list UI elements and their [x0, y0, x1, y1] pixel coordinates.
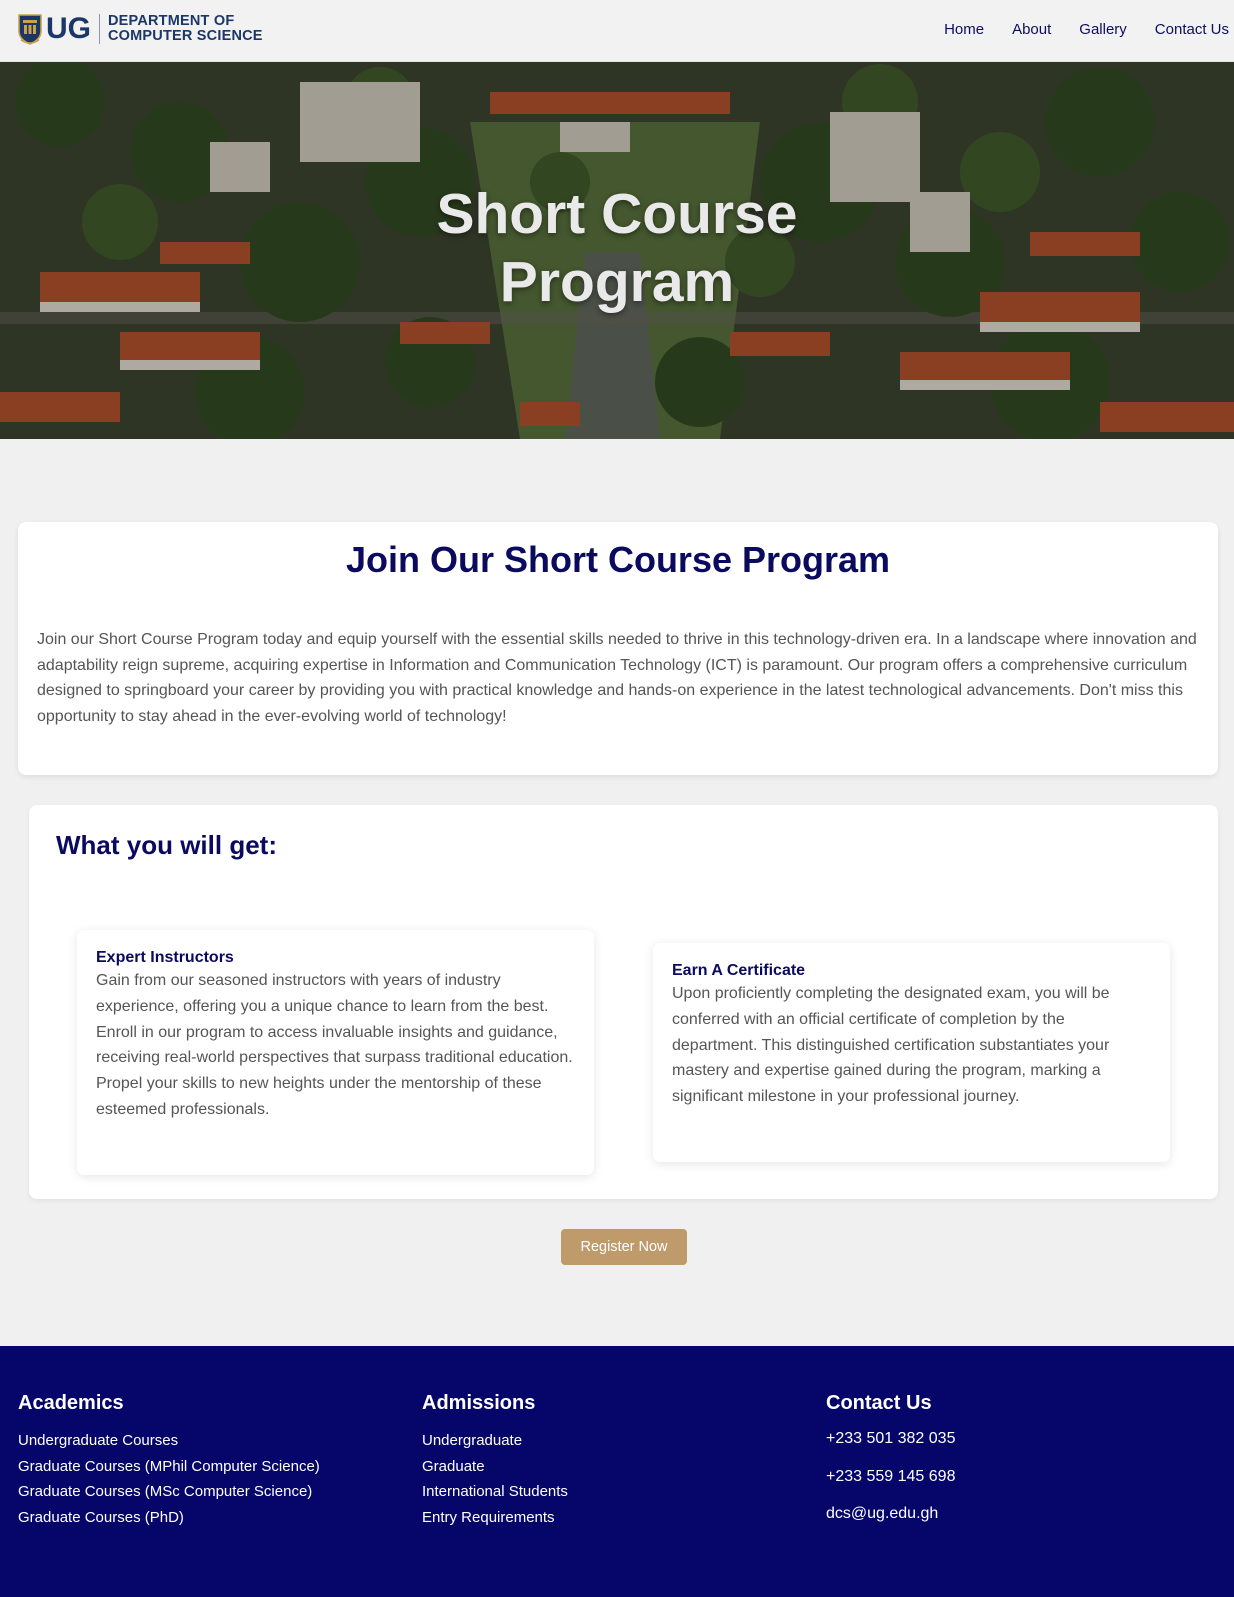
- footer-link-graduate[interactable]: Graduate: [422, 1454, 568, 1480]
- contact-phone-1: +233 501 382 035: [826, 1430, 956, 1447]
- intro-card: Join Our Short Course Program Join our S…: [18, 522, 1218, 775]
- logo-line-2: COMPUTER SCIENCE: [108, 28, 263, 44]
- site-footer: Academics Undergraduate Courses Graduate…: [0, 1346, 1234, 1597]
- footer-link-phd-courses[interactable]: Graduate Courses (PhD): [18, 1505, 320, 1531]
- nav-gallery[interactable]: Gallery: [1079, 21, 1127, 38]
- footer-link-mphil-courses[interactable]: Graduate Courses (MPhil Computer Science…: [18, 1454, 320, 1480]
- intro-title: Join Our Short Course Program: [345, 539, 891, 580]
- feature-title: Earn A Certificate: [672, 962, 806, 979]
- nav-about[interactable]: About: [1012, 21, 1051, 38]
- university-crest-icon: [18, 14, 42, 45]
- site-header: UG DEPARTMENT OF COMPUTER SCIENCE Home A…: [0, 0, 1234, 62]
- main-nav: Home About Gallery Contact Us: [944, 21, 1234, 38]
- logo-divider: [99, 14, 100, 44]
- logo-line-1: DEPARTMENT OF: [108, 13, 235, 29]
- footer-link-entry-requirements[interactable]: Entry Requirements: [422, 1505, 568, 1531]
- footer-link-international-students[interactable]: International Students: [422, 1479, 568, 1505]
- footer-academics-title: Academics: [18, 1392, 124, 1414]
- feature-text: Upon proficiently completing the designa…: [672, 985, 1110, 1106]
- intro-text: Join our Short Course Program today and …: [37, 631, 1197, 726]
- footer-link-undergraduate-courses[interactable]: Undergraduate Courses: [18, 1428, 320, 1454]
- register-now-button[interactable]: Register Now: [561, 1229, 687, 1265]
- feature-title: Expert Instructors: [96, 949, 234, 966]
- footer-contact-title: Contact Us: [826, 1392, 932, 1414]
- hero-title-line-2: Program: [499, 250, 735, 314]
- footer-academics: Academics Undergraduate Courses Graduate…: [18, 1392, 320, 1531]
- footer-link-msc-courses[interactable]: Graduate Courses (MSc Computer Science): [18, 1479, 320, 1505]
- contact-email[interactable]: dcs@ug.edu.gh: [826, 1495, 955, 1533]
- feature-card-earn-certificate: Earn A Certificate Upon proficiently com…: [653, 943, 1170, 1162]
- logo-department-name: DEPARTMENT OF COMPUTER SCIENCE: [108, 14, 263, 44]
- footer-admissions-title: Admissions: [422, 1392, 536, 1414]
- ug-logo[interactable]: UG DEPARTMENT OF COMPUTER SCIENCE: [17, 12, 263, 46]
- contact-phone-2: +233 559 145 698: [826, 1467, 956, 1485]
- footer-link-undergraduate[interactable]: Undergraduate: [422, 1428, 568, 1454]
- footer-contact: Contact Us +233 501 382 035 +233 559 145…: [826, 1392, 955, 1533]
- benefits-card: What you will get: Expert Instructors Ga…: [29, 805, 1218, 1199]
- benefits-title: What you will get:: [56, 830, 277, 860]
- hero-title: Short Course Program: [0, 180, 1234, 316]
- feature-text: Gain from our seasoned instructors with …: [96, 972, 573, 1118]
- logo-abbreviation: UG: [46, 12, 91, 45]
- nav-home[interactable]: Home: [944, 21, 984, 38]
- nav-contact-us[interactable]: Contact Us: [1155, 21, 1229, 38]
- feature-card-expert-instructors: Expert Instructors Gain from our seasone…: [77, 930, 594, 1175]
- hero-banner: Short Course Program: [0, 62, 1234, 439]
- footer-admissions: Admissions Undergraduate Graduate Intern…: [422, 1392, 568, 1531]
- hero-title-line-1: Short Course: [436, 182, 798, 246]
